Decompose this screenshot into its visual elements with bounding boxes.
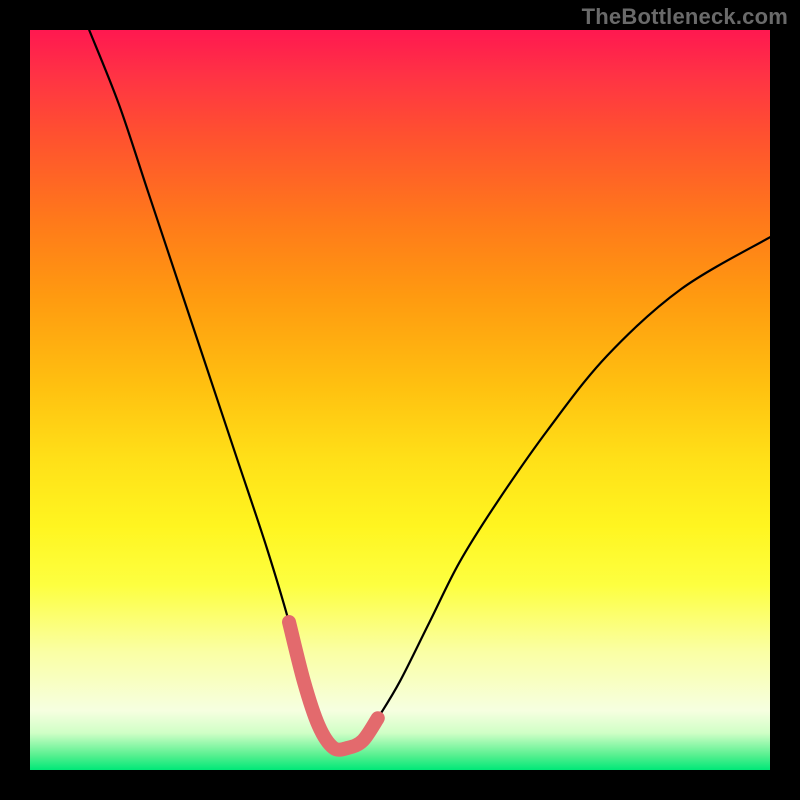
- minimum-highlight: [289, 622, 378, 750]
- bottleneck-curve: [89, 30, 770, 750]
- chart-svg: [30, 30, 770, 770]
- plot-background: [30, 30, 770, 770]
- watermark-label: TheBottleneck.com: [582, 4, 788, 30]
- chart-frame: TheBottleneck.com: [0, 0, 800, 800]
